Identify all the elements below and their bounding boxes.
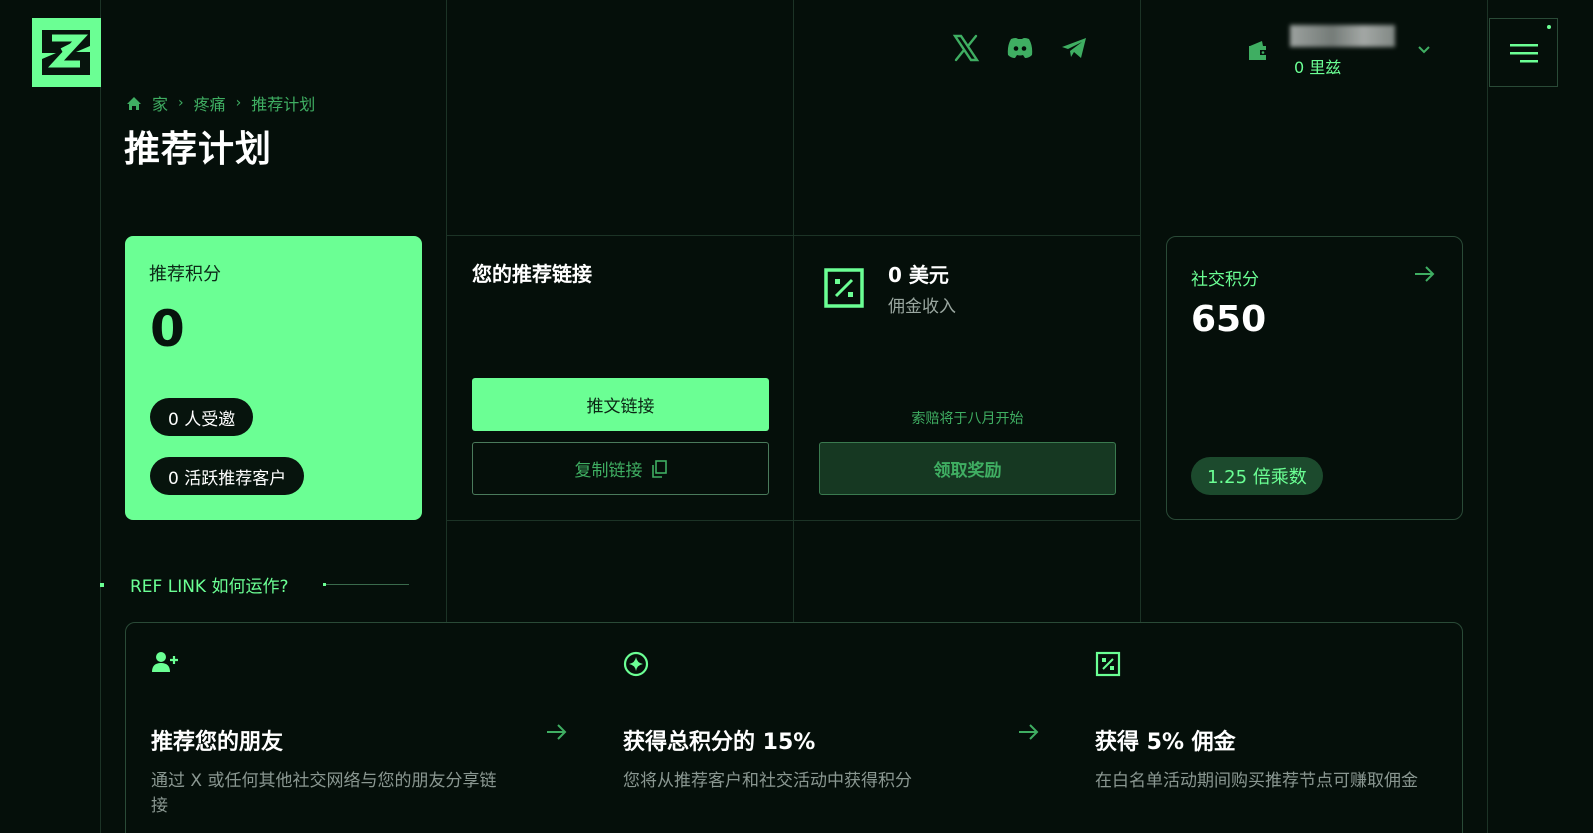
referral-link-title: 您的推荐链接 [472, 262, 592, 286]
referral-points-card: 推荐积分 0 0 人受邀 0 活跃推荐客户 [125, 236, 422, 520]
referral-points-label: 推荐积分 [149, 264, 221, 285]
social-points-value: 650 [1191, 299, 1267, 340]
heading-line [322, 583, 409, 586]
sparkle-icon [623, 651, 649, 681]
grid-line [100, 0, 101, 833]
home-icon[interactable] [126, 96, 142, 111]
percent-icon [1095, 651, 1121, 681]
arrow-right-icon [546, 723, 568, 745]
breadcrumb: 家 › 疼痛 › 推荐计划 [126, 91, 315, 115]
step-title: 推荐您的朋友 [151, 730, 284, 755]
claim-rewards-button[interactable]: 领取奖励 [819, 442, 1116, 495]
breadcrumb-separator: › [235, 95, 242, 111]
breadcrumb-separator: › [178, 95, 184, 111]
wallet-address-redacted [1290, 25, 1395, 47]
social-points-label: 社交积分 [1191, 270, 1259, 290]
step-description: 您将从推荐客户和社交活动中获得积分 [623, 771, 912, 791]
breadcrumb-home[interactable]: 家 [152, 91, 168, 115]
claim-note: 索赔将于八月开始 [911, 411, 1024, 427]
telegram-icon[interactable] [1056, 30, 1092, 66]
menu-button[interactable] [1489, 18, 1558, 87]
percent-icon [824, 268, 864, 312]
copy-link-button[interactable]: 复制链接 [472, 442, 769, 495]
brand-logo[interactable] [32, 18, 101, 87]
referral-points-value: 0 [150, 300, 185, 358]
how-it-works-label: REF LINK 如何运作? [130, 577, 289, 597]
notification-dot [1547, 25, 1551, 29]
user-plus-icon [151, 651, 181, 677]
commission-amount: 0 美元 [888, 263, 949, 287]
arrow-right-icon [1018, 723, 1040, 745]
grid-line [446, 0, 447, 622]
discord-icon[interactable] [1002, 30, 1038, 66]
grid-line [793, 0, 794, 622]
step-description: 通过 X 或任何其他社交网络与您的朋友分享链接 [151, 771, 497, 816]
wallet-balance: 0 里兹 [1294, 58, 1342, 77]
step-description: 在白名单活动期间购买推荐节点可赚取佣金 [1095, 771, 1418, 791]
x-icon[interactable] [948, 30, 984, 66]
page-title: 推荐计划 [124, 129, 273, 170]
step-title: 获得 5% 佣金 [1095, 730, 1236, 755]
tweet-link-button[interactable]: 推文链接 [472, 378, 769, 431]
chevron-down-icon[interactable] [1416, 42, 1432, 62]
copy-icon [651, 459, 667, 478]
multiplier-badge: 1.25 倍乘数 [1191, 457, 1323, 495]
active-referrals-badge: 0 活跃推荐客户 [150, 457, 305, 495]
grid-line [1140, 0, 1141, 622]
breadcrumb-current: 推荐计划 [251, 95, 316, 114]
wallet-icon [1246, 40, 1270, 66]
grid-line [446, 235, 1140, 236]
invited-count-badge: 0 人受邀 [150, 398, 254, 436]
breadcrumb-pain[interactable]: 疼痛 [194, 91, 226, 115]
how-it-works-heading: REF LINK 如何运作? [100, 572, 409, 597]
step-title: 获得总积分的 15% [623, 730, 816, 755]
page: 0 里兹 家 › 疼痛 › 推荐计划 推荐计划 推荐积分 0 0 人受邀 0 活… [0, 0, 1593, 833]
grid-line [446, 520, 1140, 521]
steps-panel: 推荐您的朋友 通过 X 或任何其他社交网络与您的朋友分享链接 获得总积分的 15… [125, 622, 1463, 833]
bullet-dot [100, 582, 104, 587]
copy-link-label: 复制链接 [574, 461, 643, 481]
grid-line [1487, 0, 1488, 833]
hamburger-icon [1509, 43, 1538, 62]
social-points-card[interactable]: 社交积分 650 1.25 倍乘数 [1166, 236, 1463, 520]
commission-label: 佣金收入 [888, 297, 956, 317]
arrow-right-icon[interactable] [1414, 265, 1436, 287]
